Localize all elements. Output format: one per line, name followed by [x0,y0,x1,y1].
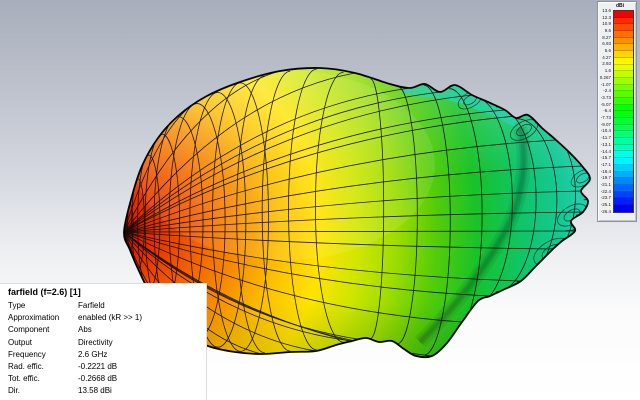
colorbar-tick-label: -25.1 [598,202,611,207]
info-row-dir: Dir.13.58 dBi [8,385,206,397]
info-row-approximation: Approximationenabled (kR >> 1) [8,312,206,324]
info-label: Tot. effic. [8,373,78,385]
info-value: Abs [78,325,92,334]
info-label: Frequency [8,349,78,361]
colorbar-tick-label: 2.93 [598,61,611,66]
colorbar-segment [614,125,633,132]
colorbar-tick-label: -6.4 [598,108,611,113]
colorbar-segment [614,158,633,165]
colorbar-segment [614,138,633,145]
colorbar-segment [614,24,633,31]
colorbar-segment [614,65,633,72]
colorbar-segment [614,91,633,98]
colorbar-segment [614,51,633,58]
info-label: Dir. [8,385,78,397]
info-row-frequency: Frequency2.6 GHz [8,349,206,361]
info-label: Component [8,324,78,336]
colorbar-tick-label: -14.4 [598,149,611,154]
colorbar-tick-label: -23.7 [598,195,611,200]
colorbar-tick-label: -10.4 [598,128,611,133]
colorbar-segment [614,172,633,179]
colorbar-tick-label: -13.1 [598,142,611,147]
colorbar-tick-label: -1.07 [598,82,611,87]
info-label: Type [8,300,78,312]
colorbar-tick-label: 1.6 [598,68,611,73]
colorbar-tick-label: -9.07 [598,122,611,127]
info-row-rad-effic: Rad. effic.-0.2221 dB [8,361,206,373]
colorbar-segment [614,131,633,138]
colorbar-tick-label: -22.4 [598,189,611,194]
info-value: -0.2668 dB [78,374,117,383]
colorbar-segment [614,71,633,78]
colorbar-segment [614,111,633,118]
info-value: 2.6 GHz [78,350,107,359]
colorbar-segment [614,192,633,199]
info-value: Farfield [78,301,105,310]
colorbar-tick-label: 10.9 [598,21,611,26]
colorbar-segment [614,38,633,45]
colorbar-tick-label: -21.1 [598,182,611,187]
farfield-info-panel: farfield (f=2.6) [1] TypeFarfield Approx… [0,283,207,400]
colorbar-segment [614,78,633,85]
colorbar-segment [614,105,633,112]
colorbar-segment [614,98,633,105]
colorbar-tick-label: -17.1 [598,162,611,167]
colorbar-segment [614,11,633,18]
colorbar-tick-label: -15.7 [598,155,611,160]
3d-viewport[interactable]: dBi 13.612.310.99.68.276.935.64.272.931.… [0,0,640,400]
info-value: -0.2221 dB [78,362,117,371]
info-label: Output [8,337,78,349]
colorbar-tick-label: 5.6 [598,48,611,53]
colorbar-tick-label: 6.93 [598,41,611,46]
colorbar-tick-label: -7.73 [598,115,611,120]
colorbar-segment [614,145,633,152]
colorbar-tick-label: -2.4 [598,88,611,93]
colorbar-tick-label: -5.07 [598,102,611,107]
info-label: Rad. effic. [8,361,78,373]
colorbar-tick-label: -3.73 [598,95,611,100]
info-value: enabled (kR >> 1) [78,313,142,322]
info-panel-title: farfield (f=2.6) [1] [8,287,206,297]
colorbar-tick-label: 12.3 [598,15,611,20]
colorbar-segment [614,165,633,172]
colorbar-tick-label: 0.267 [598,75,611,80]
colorbar-tick-label: 8.27 [598,35,611,40]
info-label: Approximation [8,312,78,324]
info-value: Directivity [78,338,113,347]
colorbar-segment [614,198,633,205]
info-row-type: TypeFarfield [8,300,206,312]
colorbar-tick-label: -18.4 [598,169,611,174]
colorbar-tick-label: 13.6 [598,8,611,13]
info-value: 13.58 dBi [78,386,112,395]
colorbar-segment [614,31,633,38]
colorbar-tick-label: 9.6 [598,28,611,33]
colorbar-segment [614,44,633,51]
colorbar-scale [613,10,634,213]
colorbar-segment [614,85,633,92]
colorbar-segment [614,151,633,158]
colorbar-segment [614,205,633,212]
colorbar-tick-label: -26.4 [598,209,611,214]
info-row-output: OutputDirectivity [8,337,206,349]
info-row-tot-effic: Tot. effic.-0.2668 dB [8,373,206,385]
colorbar-segment [614,58,633,65]
colorbar-legend: dBi 13.612.310.99.68.276.935.64.272.931.… [597,1,637,222]
colorbar-tick-label: -11.7 [598,135,611,140]
colorbar-segment [614,185,633,192]
colorbar-segment [614,178,633,185]
colorbar-tick-label: 4.27 [598,55,611,60]
colorbar-segment [614,118,633,125]
colorbar-segment [614,18,633,25]
colorbar-tick-label: -19.7 [598,175,611,180]
info-row-component: ComponentAbs [8,324,206,336]
